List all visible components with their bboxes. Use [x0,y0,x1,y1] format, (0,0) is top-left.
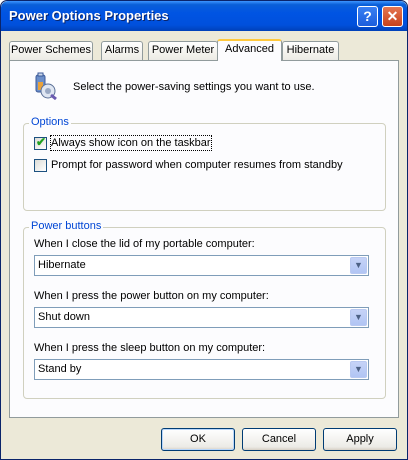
options-group-title: Options [29,116,71,128]
power-button-label: When I press the power button on my comp… [34,290,269,302]
close-button[interactable]: ✕ [382,6,403,27]
show-icon-option[interactable]: ✔ Always show icon on the taskbar [34,134,212,152]
chevron-down-icon[interactable]: ▼ [350,309,367,326]
checkmark-icon: ✔ [36,134,47,149]
lid-label: When I close the lid of my portable comp… [34,238,255,250]
chevron-down-icon[interactable]: ▼ [350,257,367,274]
chevron-down-icon[interactable]: ▼ [350,361,367,378]
power-options-dialog: Power Options Properties ? ✕ Power Schem… [0,0,408,460]
prompt-password-option[interactable]: Prompt for password when computer resume… [34,158,343,174]
power-button-action-value: Shut down [38,311,90,323]
power-buttons-group: Power buttons When I close the lid of my… [23,220,386,399]
sleep-button-action-value: Stand by [38,363,82,375]
lid-action-select[interactable]: Hibernate ▼ [34,255,369,276]
power-button-action-select[interactable]: Shut down ▼ [34,307,369,328]
options-group: Options ✔ Always show icon on the taskbar… [23,116,386,211]
show-icon-label: Always show icon on the taskbar [50,135,212,152]
title-bar[interactable]: Power Options Properties ? ✕ [1,1,407,31]
close-icon: ✕ [386,8,399,24]
ok-button[interactable]: OK [161,428,235,451]
power-buttons-group-title: Power buttons [29,220,104,232]
cancel-button[interactable]: Cancel [242,428,316,451]
help-icon: ? [363,8,372,24]
intro-text: Select the power-saving settings you wan… [73,81,315,93]
lid-action-value: Hibernate [38,259,86,271]
window-title: Power Options Properties [9,8,169,23]
tab-advanced[interactable]: Advanced [217,39,282,61]
power-settings-icon [35,72,57,100]
prompt-password-checkbox[interactable] [34,158,47,172]
tab-alarms[interactable]: Alarms [101,41,143,60]
tab-power-schemes[interactable]: Power Schemes [9,41,93,60]
prompt-password-label: Prompt for password when computer resume… [51,159,343,172]
sleep-button-label: When I press the sleep button on my comp… [34,342,266,354]
apply-button[interactable]: Apply [323,428,397,451]
help-button[interactable]: ? [357,6,378,27]
advanced-panel: Select the power-saving settings you wan… [9,60,399,418]
sleep-button-action-select[interactable]: Stand by ▼ [34,359,369,380]
show-icon-checkbox[interactable]: ✔ [34,134,47,150]
tab-hibernate[interactable]: Hibernate [282,41,339,60]
tab-power-meter[interactable]: Power Meter [148,41,218,60]
